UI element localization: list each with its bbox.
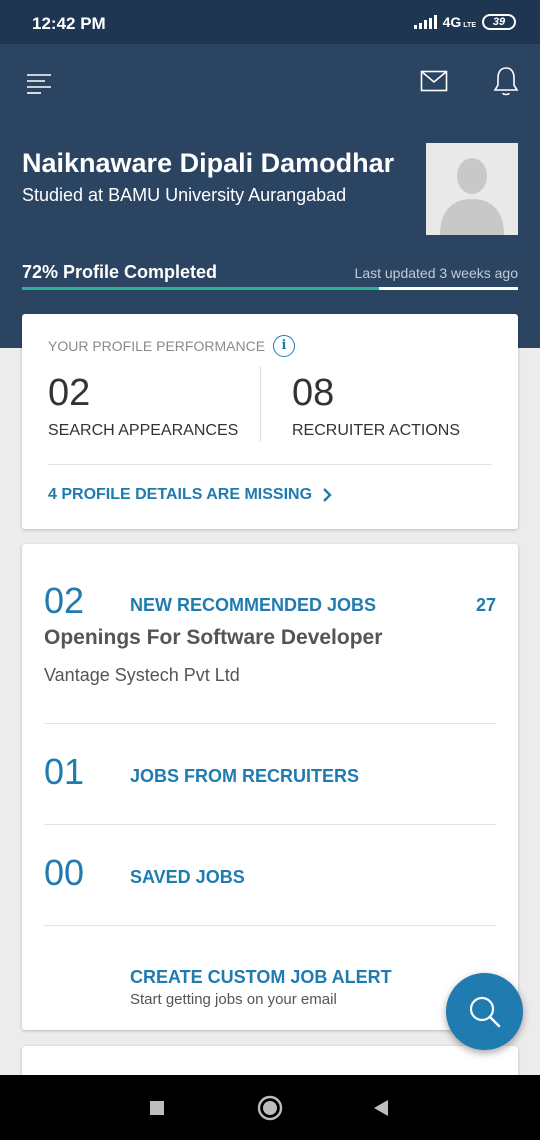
network-type: 4G xyxy=(442,14,462,30)
profile-name: Naiknaware Dipali Damodhar xyxy=(22,148,395,178)
bell-icon[interactable] xyxy=(490,64,522,98)
profile-header: Naiknaware Dipali Damodhar Studied at BA… xyxy=(0,44,540,348)
profile-progress-bar xyxy=(22,287,518,290)
network-sub: LTE xyxy=(463,21,476,29)
saved-jobs-count[interactable]: 00 xyxy=(44,852,84,894)
status-time: 12:42 PM xyxy=(32,14,106,33)
missing-details-link[interactable]: 4 PROFILE DETAILS ARE MISSING xyxy=(48,486,332,504)
custom-job-alert-title[interactable]: CREATE CUSTOM JOB ALERT xyxy=(130,967,392,988)
info-icon[interactable]: i xyxy=(273,335,296,357)
recruiter-jobs-count[interactable]: 01 xyxy=(44,751,84,793)
avatar[interactable] xyxy=(426,143,518,235)
performance-title: YOUR PROFILE PERFORMANCE i xyxy=(48,335,296,357)
profile-education: Studied at BAMU University Aurangabad xyxy=(22,185,347,205)
recommended-jobs-label[interactable]: NEW RECOMMENDED JOBS xyxy=(130,595,376,616)
recommended-jobs-count[interactable]: 02 xyxy=(44,580,84,622)
jobs-card: 02 NEW RECOMMENDED JOBS 27 Openings For … xyxy=(22,544,518,1030)
profile-progress-fill xyxy=(22,287,380,290)
divider xyxy=(44,824,496,825)
signal-icon xyxy=(413,15,437,29)
profile-completion-label: 72% Profile Completed xyxy=(22,262,218,282)
search-fab[interactable] xyxy=(446,973,523,1050)
search-appearances-label[interactable]: SEARCH APPEARANCES xyxy=(48,422,238,440)
saved-jobs-label[interactable]: SAVED JOBS xyxy=(130,867,245,888)
last-updated: Last updated 3 weeks ago xyxy=(354,265,518,281)
opening-title[interactable]: Openings For Software Developer xyxy=(44,626,382,650)
battery-level: 39 xyxy=(492,16,506,28)
search-appearances-count[interactable]: 02 xyxy=(48,372,90,415)
square-icon[interactable] xyxy=(142,1093,172,1123)
status-indicators: 4G LTE 39 xyxy=(413,14,516,30)
recruiter-actions-label[interactable]: RECRUITER ACTIONS xyxy=(292,422,460,440)
divider xyxy=(48,464,492,465)
recommended-jobs-total[interactable]: 27 xyxy=(476,595,496,616)
circle-icon[interactable] xyxy=(255,1093,285,1123)
divider xyxy=(44,925,496,926)
back-triangle-icon[interactable] xyxy=(366,1093,396,1123)
system-nav-bar xyxy=(0,1075,540,1140)
stat-divider xyxy=(260,366,261,442)
menu-icon[interactable] xyxy=(24,68,54,98)
mail-icon[interactable] xyxy=(418,66,450,96)
opening-company[interactable]: Vantage Systech Pvt Ltd xyxy=(44,665,240,686)
recruiter-actions-count[interactable]: 08 xyxy=(292,372,334,415)
battery-icon: 39 xyxy=(482,14,516,30)
performance-title-text: YOUR PROFILE PERFORMANCE xyxy=(48,338,266,354)
status-bar: 12:42 PM 4G LTE 39 xyxy=(0,0,540,44)
recruiter-jobs-label[interactable]: JOBS FROM RECRUITERS xyxy=(130,766,359,787)
divider xyxy=(44,723,496,724)
custom-job-alert-subtitle: Start getting jobs on your email xyxy=(130,991,337,1008)
chevron-right-icon xyxy=(323,488,332,502)
search-icon xyxy=(469,996,500,1027)
missing-details-text: 4 PROFILE DETAILS ARE MISSING xyxy=(48,486,313,503)
profile-performance-card: YOUR PROFILE PERFORMANCE i 02 SEARCH APP… xyxy=(22,314,518,529)
